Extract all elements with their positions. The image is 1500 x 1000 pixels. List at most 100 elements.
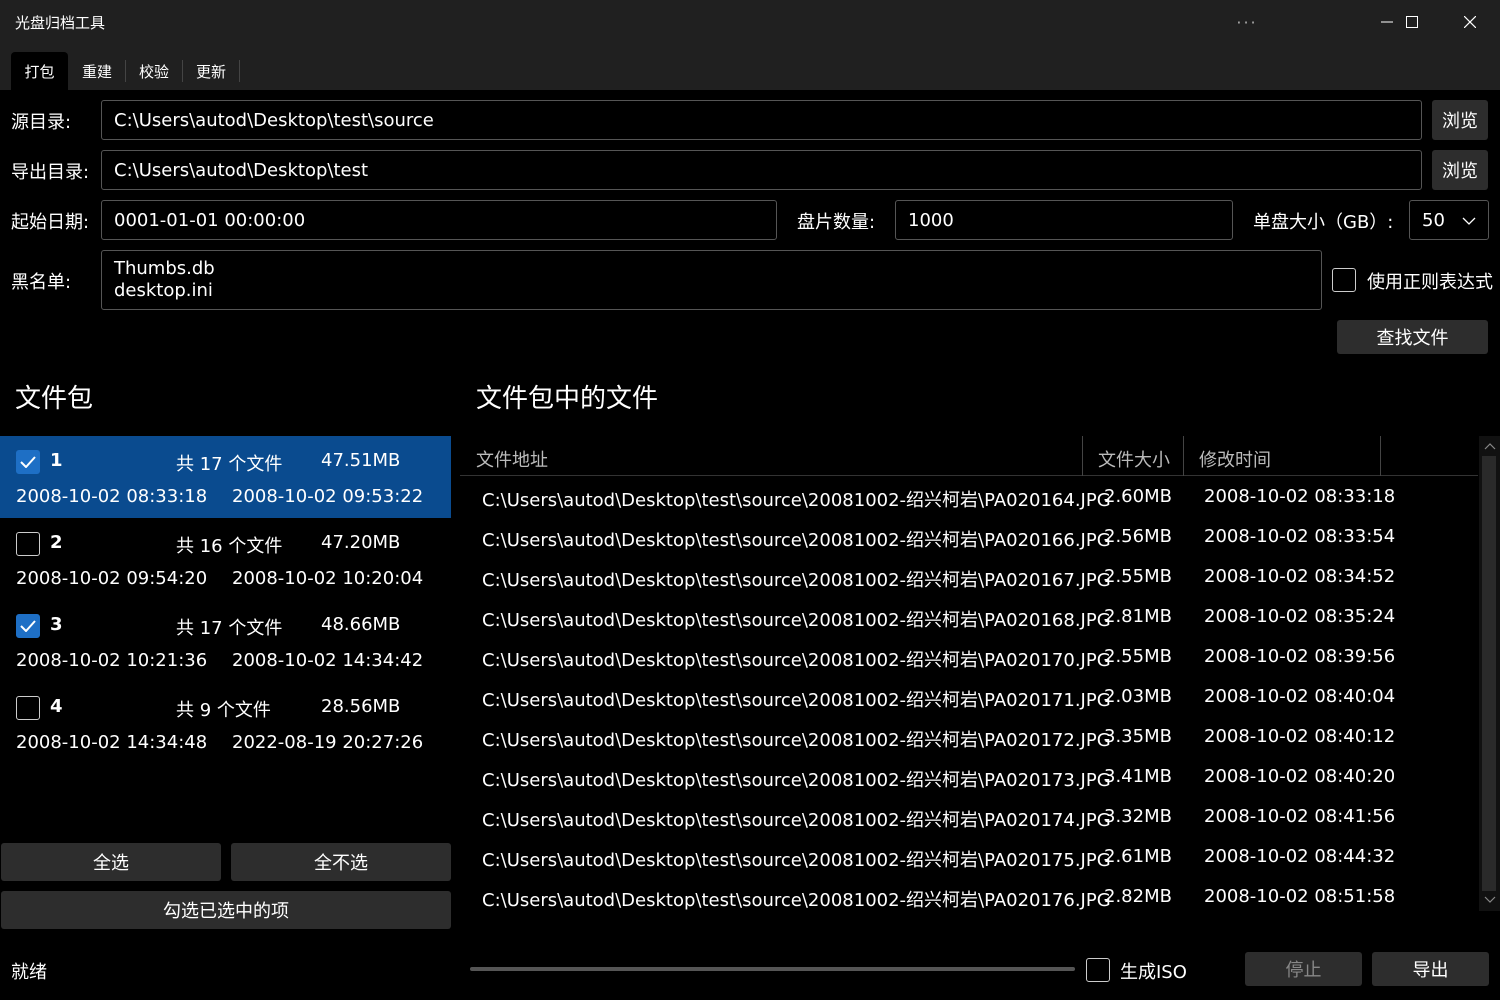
window-title: 光盘归档工具 — [15, 14, 106, 32]
file-size-cell: 3.35MB — [1104, 726, 1172, 747]
package-start-time: 2008-10-02 09:54:20 — [16, 568, 208, 589]
table-row[interactable]: C:\Users\autod\Desktop\test\source\20081… — [460, 597, 1478, 637]
blacklist-line: desktop.ini — [114, 280, 213, 301]
scroll-up-arrow-icon[interactable] — [1484, 442, 1496, 450]
package-start-time: 2008-10-02 10:21:36 — [16, 650, 208, 671]
package-end-time: 2008-10-02 14:34:42 — [232, 650, 424, 671]
generate-iso-label: 生成ISO — [1120, 962, 1187, 983]
file-time-cell: 2008-10-02 08:33:54 — [1204, 526, 1396, 547]
package-checkbox[interactable] — [16, 696, 40, 720]
tab-verify[interactable]: 校验 — [127, 52, 181, 90]
column-separator[interactable] — [1183, 436, 1184, 476]
source-dir-input[interactable]: C:\Users\autod\Desktop\test\source — [101, 100, 1422, 140]
status-text: 就绪 — [11, 962, 47, 983]
browse-export-button[interactable]: 浏览 — [1432, 150, 1488, 190]
table-row[interactable]: C:\Users\autod\Desktop\test\source\20081… — [460, 477, 1478, 517]
file-path-cell: C:\Users\autod\Desktop\test\source\20081… — [482, 810, 1111, 831]
table-row[interactable]: C:\Users\autod\Desktop\test\source\20081… — [460, 797, 1478, 837]
package-size: 47.51MB — [321, 450, 401, 471]
package-number: 4 — [50, 696, 63, 717]
table-row[interactable]: C:\Users\autod\Desktop\test\source\20081… — [460, 877, 1478, 917]
close-icon — [1464, 16, 1476, 28]
column-header-path[interactable]: 文件地址 — [476, 446, 548, 472]
file-size-cell: 3.41MB — [1104, 766, 1172, 787]
disc-size-select[interactable]: 50 — [1409, 200, 1489, 240]
blacklist-textarea[interactable]: Thumbs.db desktop.ini — [101, 250, 1322, 310]
start-date-input[interactable]: 0001-01-01 00:00:00 — [101, 200, 777, 240]
scrollbar-thumb[interactable] — [1482, 456, 1496, 891]
export-dir-input[interactable]: C:\Users\autod\Desktop\test — [101, 150, 1422, 190]
select-all-button[interactable]: 全选 — [1, 843, 221, 881]
package-checkbox[interactable] — [16, 532, 40, 556]
column-header-modified[interactable]: 修改时间 — [1199, 446, 1271, 472]
file-time-cell: 2008-10-02 08:34:52 — [1204, 566, 1396, 587]
stop-button[interactable]: 停止 — [1245, 952, 1362, 986]
close-button[interactable] — [1445, 0, 1495, 44]
scroll-down-arrow-icon[interactable] — [1484, 896, 1496, 904]
more-options-icon[interactable]: ··· — [1222, 0, 1272, 44]
export-button[interactable]: 导出 — [1372, 952, 1489, 986]
table-row[interactable]: C:\Users\autod\Desktop\test\source\20081… — [460, 517, 1478, 557]
check-selected-button[interactable]: 勾选已选中的项 — [1, 891, 451, 929]
packages-heading: 文件包 — [15, 384, 94, 414]
tab-update[interactable]: 更新 — [184, 52, 238, 90]
file-path-cell: C:\Users\autod\Desktop\test\source\20081… — [482, 570, 1111, 591]
package-file-count: 共 16 个文件 — [176, 536, 283, 557]
file-path-cell: C:\Users\autod\Desktop\test\source\20081… — [482, 610, 1111, 631]
package-start-time: 2008-10-02 14:34:48 — [16, 732, 208, 753]
progress-bar — [470, 967, 1075, 971]
package-item-1[interactable]: 1 共 17 个文件 47.51MB 2008-10-02 08:33:18 2… — [0, 436, 451, 518]
table-row[interactable]: C:\Users\autod\Desktop\test\source\20081… — [460, 837, 1478, 877]
chevron-down-icon — [1462, 217, 1476, 225]
table-row[interactable]: C:\Users\autod\Desktop\test\source\20081… — [460, 557, 1478, 597]
tab-rebuild[interactable]: 重建 — [70, 52, 124, 90]
table-row[interactable]: C:\Users\autod\Desktop\test\source\20081… — [460, 717, 1478, 757]
disc-count-input[interactable]: 1000 — [895, 200, 1233, 240]
package-file-count: 共 17 个文件 — [176, 454, 283, 475]
column-header-size[interactable]: 文件大小 — [1098, 446, 1170, 472]
file-size-cell: 2.61MB — [1104, 846, 1172, 867]
find-files-button[interactable]: 查找文件 — [1337, 320, 1488, 354]
browse-source-button[interactable]: 浏览 — [1432, 100, 1488, 140]
table-row[interactable]: C:\Users\autod\Desktop\test\source\20081… — [460, 637, 1478, 677]
package-item-2[interactable]: 2 共 16 个文件 47.20MB 2008-10-02 09:54:20 2… — [0, 518, 451, 600]
file-time-cell: 2008-10-02 08:39:56 — [1204, 646, 1396, 667]
file-path-cell: C:\Users\autod\Desktop\test\source\20081… — [482, 690, 1111, 711]
package-size: 48.66MB — [321, 614, 401, 635]
package-checkbox[interactable] — [16, 450, 40, 474]
file-time-cell: 2008-10-02 08:35:24 — [1204, 606, 1396, 627]
file-table-header — [460, 436, 1478, 476]
file-time-cell: 2008-10-02 08:51:58 — [1204, 886, 1396, 907]
tab-separator — [125, 60, 126, 82]
file-time-cell: 2008-10-02 08:40:20 — [1204, 766, 1396, 787]
title-bar — [0, 0, 1500, 44]
package-size: 28.56MB — [321, 696, 401, 717]
export-dir-label: 导出目录: — [11, 162, 90, 183]
generate-iso-checkbox[interactable] — [1086, 958, 1110, 982]
file-size-cell: 2.82MB — [1104, 886, 1172, 907]
file-time-cell: 2008-10-02 08:40:12 — [1204, 726, 1396, 747]
tab-pack[interactable]: 打包 — [11, 52, 68, 90]
column-separator[interactable] — [1082, 436, 1083, 476]
package-item-3[interactable]: 3 共 17 个文件 48.66MB 2008-10-02 10:21:36 2… — [0, 600, 451, 682]
maximize-button[interactable] — [1387, 0, 1437, 44]
regex-label: 使用正则表达式 — [1367, 272, 1493, 293]
table-row[interactable]: C:\Users\autod\Desktop\test\source\20081… — [460, 677, 1478, 717]
package-checkbox[interactable] — [16, 614, 40, 638]
package-size: 47.20MB — [321, 532, 401, 553]
column-separator[interactable] — [1380, 436, 1381, 476]
file-size-cell: 2.55MB — [1104, 566, 1172, 587]
file-time-cell: 2008-10-02 08:44:32 — [1204, 846, 1396, 867]
file-size-cell: 2.60MB — [1104, 486, 1172, 507]
package-number: 1 — [50, 450, 63, 471]
select-none-button[interactable]: 全不选 — [231, 843, 451, 881]
disc-size-label: 单盘大小（GB）: — [1253, 212, 1394, 233]
regex-checkbox[interactable] — [1332, 268, 1356, 292]
disc-count-label: 盘片数量: — [797, 212, 876, 233]
file-size-cell: 2.56MB — [1104, 526, 1172, 547]
file-size-cell: 2.55MB — [1104, 646, 1172, 667]
file-size-cell: 3.32MB — [1104, 806, 1172, 827]
table-row[interactable]: C:\Users\autod\Desktop\test\source\20081… — [460, 757, 1478, 797]
tab-separator — [182, 60, 183, 82]
package-item-4[interactable]: 4 共 9 个文件 28.56MB 2008-10-02 14:34:48 20… — [0, 682, 451, 764]
